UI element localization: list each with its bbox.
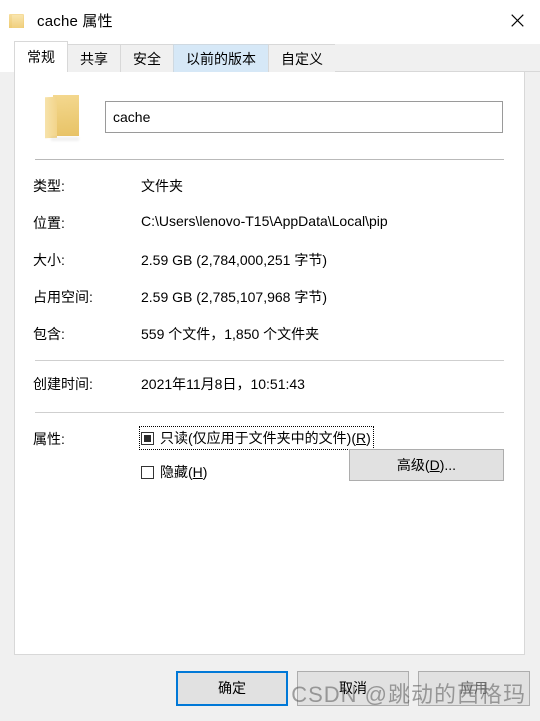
tab-security[interactable]: 安全 xyxy=(120,44,174,72)
property-list: 类型: 文件夹 位置: C:\Users\lenovo-T15\AppData\… xyxy=(33,160,506,347)
property-value-size-on-disk: 2.59 GB (2,785,107,968 字节) xyxy=(141,289,327,305)
divider-before-attributes xyxy=(35,412,504,413)
property-label-contains: 包含: xyxy=(33,326,65,342)
tab-content-area: 类型: 文件夹 位置: C:\Users\lenovo-T15\AppData\… xyxy=(0,72,540,655)
property-label-size: 大小: xyxy=(33,252,65,268)
dialog-footer: 确定 取消 应用 xyxy=(0,655,540,721)
folder-icon-large xyxy=(33,95,91,141)
tab-customize[interactable]: 自定义 xyxy=(268,44,336,72)
tab-strip-filler xyxy=(335,44,540,72)
property-label-size-on-disk: 占用空间: xyxy=(33,289,93,305)
advanced-button[interactable]: 高级(D)... xyxy=(349,449,504,481)
property-row-created: 创建时间: 2021年11月8日，10:51:43 xyxy=(33,374,506,397)
property-value-location: C:\Users\lenovo-T15\AppData\Local\pip xyxy=(141,213,388,229)
tab-sharing[interactable]: 共享 xyxy=(67,44,121,72)
property-label-type: 类型: xyxy=(33,178,65,194)
property-label-location: 位置: xyxy=(33,215,65,231)
tab-previous-versions[interactable]: 以前的版本 xyxy=(173,44,269,72)
folder-name-input[interactable] xyxy=(105,101,503,133)
ok-button[interactable]: 确定 xyxy=(176,670,288,706)
property-value-contains: 559 个文件，1,850 个文件夹 xyxy=(141,326,320,342)
readonly-label-text: 只读(仅应用于文件夹中的文件)( xyxy=(160,430,356,446)
divider-before-created xyxy=(35,360,504,361)
tab-general[interactable]: 常规 xyxy=(14,41,68,72)
advanced-label-suffix: )... xyxy=(439,457,457,473)
property-label-created: 创建时间: xyxy=(33,376,93,392)
close-icon[interactable] xyxy=(494,0,540,40)
readonly-label-suffix: ) xyxy=(366,430,371,446)
property-value-type: 文件夹 xyxy=(141,178,183,194)
window-title: cache 属性 xyxy=(37,12,113,30)
property-row-type: 类型: 文件夹 xyxy=(33,176,506,199)
property-value-size: 2.59 GB (2,784,000,251 字节) xyxy=(141,252,327,268)
readonly-focus-ring: 只读(仅应用于文件夹中的文件)(R) xyxy=(139,426,374,450)
advanced-button-row: 高级(D)... xyxy=(33,449,506,481)
property-row-size-on-disk: 占用空间: 2.59 GB (2,785,107,968 字节) xyxy=(33,287,506,310)
property-row-location: 位置: C:\Users\lenovo-T15\AppData\Local\pi… xyxy=(33,213,506,236)
advanced-accel-key: D xyxy=(429,457,440,473)
property-value-created: 2021年11月8日，10:51:43 xyxy=(141,376,305,392)
apply-button[interactable]: 应用 xyxy=(418,670,530,706)
readonly-checkbox-row: 只读(仅应用于文件夹中的文件)(R) xyxy=(139,426,506,450)
tab-strip: 常规 共享 安全 以前的版本 自定义 xyxy=(0,40,540,72)
folder-name-row xyxy=(33,88,506,146)
readonly-checkbox[interactable] xyxy=(141,431,154,445)
readonly-accel-key: R xyxy=(356,430,367,446)
property-row-size: 大小: 2.59 GB (2,784,000,251 字节) xyxy=(33,250,506,273)
cancel-button[interactable]: 取消 xyxy=(297,670,409,706)
advanced-label-text: 高级( xyxy=(396,457,430,473)
general-tab-panel: 类型: 文件夹 位置: C:\Users\lenovo-T15\AppData\… xyxy=(14,72,525,655)
properties-dialog: cache 属性 常规 共享 安全 以前的版本 自定义 cache 类型: 文件… xyxy=(0,0,540,721)
folder-icon xyxy=(9,13,26,28)
attributes-label: 属性: xyxy=(33,431,65,447)
readonly-checkbox-label: 只读(仅应用于文件夹中的文件)(R) xyxy=(160,428,371,448)
title-bar: cache 属性 xyxy=(0,0,540,40)
property-row-contains: 包含: 559 个文件，1,850 个文件夹 xyxy=(33,324,506,347)
